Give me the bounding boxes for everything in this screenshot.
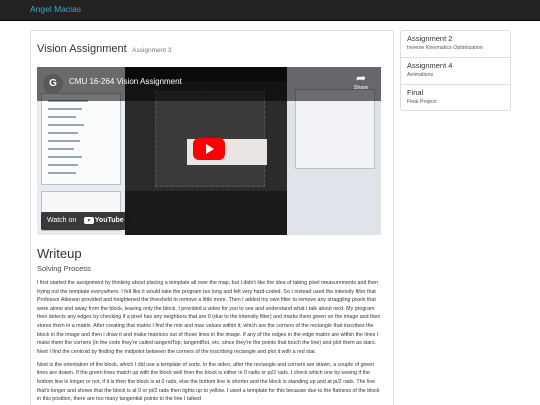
page-subtitle: Assignment 3 xyxy=(132,47,172,54)
sidebar-item-title: Assignment 4 xyxy=(407,61,453,70)
watch-on-label: Watch on xyxy=(47,217,77,224)
youtube-logo-icon: YouTube xyxy=(83,212,124,230)
share-button[interactable]: ➦ Share xyxy=(349,71,373,91)
sidebar-item-description: Inverse Kinematics Optimization xyxy=(407,45,483,51)
video-frame-file-tree xyxy=(41,93,121,185)
page-header: Vision Assignment Assignment 3 xyxy=(37,39,172,57)
writeup-paragraph: I first started the assignment by thinki… xyxy=(37,280,381,355)
writeup-paragraph: Next is the orientation of the block, wh… xyxy=(37,361,380,403)
video-title-bar: G CMU 16-264 Vision Assignment ➦ Share xyxy=(37,67,381,101)
sidebar-nav: Assignment 2 Inverse Kinematics Optimiza… xyxy=(400,30,511,111)
youtube-logo-text: YouTube xyxy=(94,217,124,225)
writeup-body: I first started the assignment by thinki… xyxy=(37,279,383,405)
main-panel: Vision Assignment Assignment 3 G CMU 16-… xyxy=(30,30,394,405)
writeup-subheading: Solving Process xyxy=(37,264,91,273)
sidebar-item-description: Final Project xyxy=(407,99,437,105)
navbar: Angel Macias xyxy=(0,0,540,21)
page-title: Vision Assignment xyxy=(37,43,127,55)
video-embed[interactable]: G CMU 16-264 Vision Assignment ➦ Share W… xyxy=(37,67,381,235)
brand-link[interactable]: Angel Macias xyxy=(30,4,81,14)
share-label: Share xyxy=(353,85,369,91)
video-title[interactable]: CMU 16-264 Vision Assignment xyxy=(69,77,182,86)
sidebar-item-assignment-2[interactable]: Assignment 2 Inverse Kinematics Optimiza… xyxy=(401,31,510,58)
sidebar-item-assignment-4[interactable]: Assignment 4 Animations xyxy=(401,58,510,85)
watch-on-youtube-button[interactable]: Watch on YouTube xyxy=(41,212,130,230)
sidebar-item-description: Animations xyxy=(407,72,434,78)
play-button-icon[interactable] xyxy=(193,138,225,160)
writeup-heading: Writeup xyxy=(37,246,82,261)
sidebar-item-final[interactable]: Final Final Project xyxy=(401,85,510,112)
channel-avatar-icon[interactable]: G xyxy=(43,74,63,94)
share-icon: ➦ xyxy=(355,71,367,85)
sidebar-item-title: Final xyxy=(407,88,424,97)
video-frame-editor xyxy=(295,89,375,169)
sidebar-item-title: Assignment 2 xyxy=(407,34,453,43)
